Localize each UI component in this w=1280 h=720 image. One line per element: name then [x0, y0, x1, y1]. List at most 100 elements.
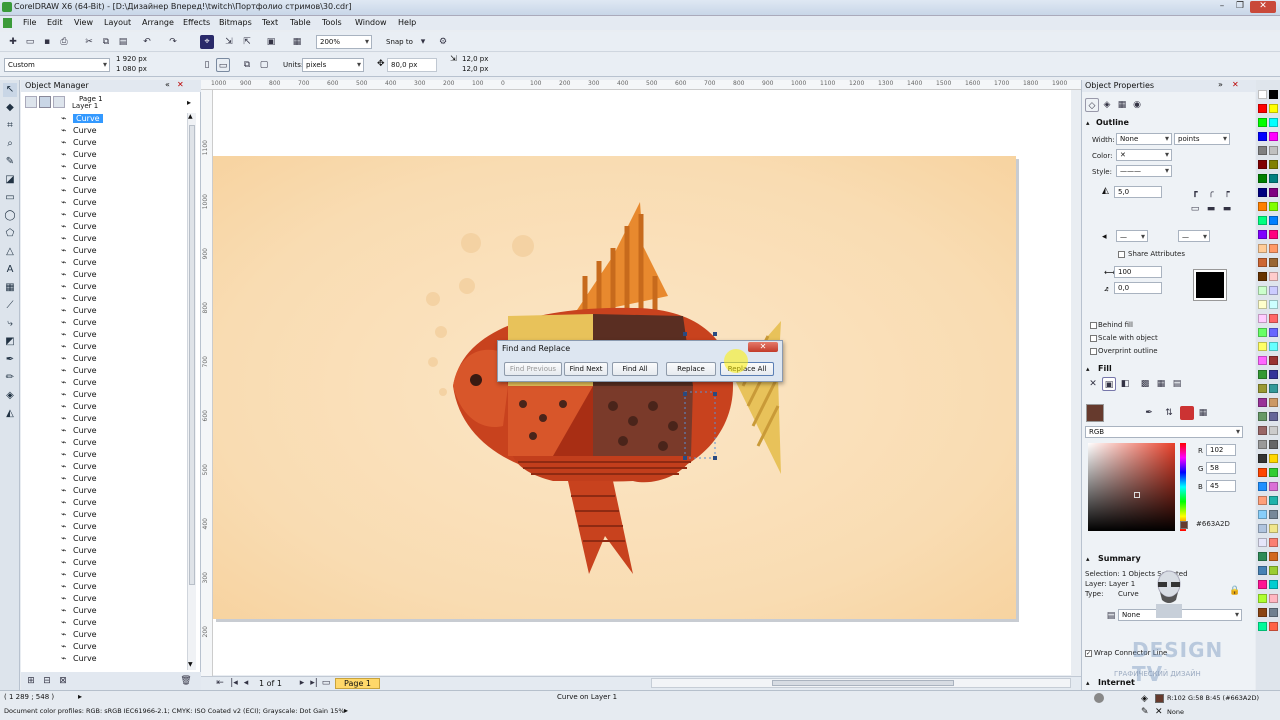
palette-swatch[interactable] — [1269, 580, 1278, 589]
palette-swatch[interactable] — [1258, 426, 1267, 435]
texture-fill-icon[interactable]: ▦ — [1154, 377, 1168, 391]
palette-swatch[interactable] — [1269, 566, 1278, 575]
tree-item-curve[interactable]: ⌁ Curve — [61, 305, 97, 317]
wrap-connector-checkbox[interactable]: ✓ — [1085, 650, 1092, 657]
palette-swatch[interactable] — [1269, 230, 1278, 239]
tree-item-curve[interactable]: ⌁ Curve — [61, 581, 97, 593]
tree-item-curve[interactable]: ⌁ Curve — [61, 173, 97, 185]
zoom-select[interactable]: 200% — [316, 35, 372, 49]
tree-item-curve[interactable]: ⌁ Curve — [61, 341, 97, 353]
open-icon[interactable]: ▭ — [23, 35, 37, 49]
palette-swatch[interactable] — [1258, 230, 1267, 239]
palette-swatch[interactable] — [1269, 426, 1278, 435]
show-properties-icon[interactable] — [25, 96, 37, 108]
snap-dropdown-icon[interactable]: ▾ — [416, 35, 430, 49]
palette-swatch[interactable] — [1258, 454, 1267, 463]
palette-swatch[interactable] — [1269, 482, 1278, 491]
palette-swatch[interactable] — [1258, 118, 1267, 127]
palette-swatch[interactable] — [1258, 286, 1267, 295]
menu-table[interactable]: Table — [285, 17, 316, 28]
eyedropper-tool-icon[interactable]: ✒ — [3, 353, 17, 367]
outline-units-select[interactable]: points — [1174, 133, 1230, 145]
palette-swatch[interactable] — [1258, 314, 1267, 323]
page-tab[interactable]: Page 1 — [335, 678, 380, 689]
color-picker-handle[interactable] — [1134, 492, 1140, 498]
prev-page-button[interactable]: ◂ — [239, 677, 253, 689]
palette-swatch[interactable] — [1258, 174, 1267, 183]
palette-icon[interactable]: ▦ — [1196, 406, 1210, 420]
tree-item-curve[interactable]: ⌁ Curve — [61, 545, 97, 557]
save-icon[interactable]: ▪ — [40, 35, 54, 49]
cap-square-icon[interactable]: ▬ — [1220, 202, 1234, 216]
g-field[interactable]: 58 — [1206, 462, 1236, 474]
tree-item-curve[interactable]: ⌁ Curve — [61, 533, 97, 545]
dialog-close-button[interactable]: ✕ — [748, 342, 778, 352]
freehand-tool-icon[interactable]: ✎ — [3, 155, 17, 169]
eyedropper-icon[interactable]: ✒ — [1142, 406, 1156, 420]
print-icon[interactable]: ⎙ — [57, 35, 71, 49]
miter-field[interactable]: 5,0 — [1114, 186, 1162, 198]
tree-item-curve[interactable]: ⌁ Curve — [61, 353, 97, 365]
horizontal-scroll-thumb[interactable] — [772, 680, 954, 686]
fountain-fill-icon[interactable]: ◧ — [1118, 377, 1132, 391]
table-tool-icon[interactable]: ▦ — [3, 281, 17, 295]
fill-tool-icon[interactable]: ◈ — [3, 389, 17, 403]
outline-tab-icon[interactable]: ◇ — [1085, 98, 1099, 112]
palette-swatch[interactable] — [1269, 496, 1278, 505]
internet-collapse-icon[interactable]: ▴ — [1086, 679, 1090, 687]
ellipse-tool-icon[interactable]: ◯ — [3, 209, 17, 223]
hex-value[interactable]: #663A2D — [1196, 520, 1230, 528]
palette-swatch[interactable] — [1269, 90, 1278, 99]
outline-pen-icon[interactable]: ✏ — [3, 371, 17, 385]
tree-item-curve[interactable]: ⌁ Curve — [61, 509, 97, 521]
palette-swatch[interactable] — [1269, 258, 1278, 267]
layer-label[interactable]: Layer 1 — [72, 102, 98, 110]
palette-swatch[interactable] — [1258, 104, 1267, 113]
tree-item-curve[interactable]: ⌁ Curve — [61, 413, 97, 425]
new-icon[interactable]: ✚ — [6, 35, 20, 49]
palette-swatch[interactable] — [1269, 272, 1278, 281]
outline-style-select[interactable]: ——— — [1116, 165, 1172, 177]
find-next-button[interactable]: Find Next — [564, 362, 608, 376]
rectangle-tool-icon[interactable]: ▭ — [3, 191, 17, 205]
tree-item-curve[interactable]: ⌁ Curve — [61, 185, 97, 197]
crop-tool-icon[interactable]: ⌗ — [3, 119, 17, 133]
no-fill-icon[interactable]: ✕ — [1086, 377, 1100, 391]
palette-swatch[interactable] — [1258, 216, 1267, 225]
expand-arrow-icon[interactable]: ▸ — [187, 98, 191, 107]
palette-swatch[interactable] — [1269, 328, 1278, 337]
units-select[interactable]: pixels — [302, 58, 364, 72]
color-model-select[interactable]: RGB — [1085, 426, 1243, 438]
palette-swatch[interactable] — [1258, 188, 1267, 197]
palette-swatch[interactable] — [1258, 440, 1267, 449]
palette-swatch[interactable] — [1258, 496, 1267, 505]
tree-item-curve[interactable]: ⌁ Curve — [61, 449, 97, 461]
current-page-icon[interactable]: ▢ — [257, 58, 271, 72]
tree-item-curve[interactable]: ⌁ Curve — [61, 377, 97, 389]
cut-icon[interactable]: ✂ — [82, 35, 96, 49]
paste-icon[interactable]: ▤ — [116, 35, 130, 49]
palette-swatch[interactable] — [1269, 132, 1278, 141]
tree-item-curve[interactable]: ⌁ Curve — [61, 365, 97, 377]
tree-item-curve[interactable]: ⌁ Curve — [61, 197, 97, 209]
tree-item-curve[interactable]: ⌁ Curve — [61, 641, 97, 653]
color-viewer-icon[interactable] — [1180, 406, 1194, 420]
find-all-button[interactable]: Find All — [612, 362, 658, 376]
menu-bitmaps[interactable]: Bitmaps — [214, 17, 257, 28]
vertical-ruler[interactable]: 11001000900800700600500400300200100 — [201, 90, 213, 691]
tree-item-curve[interactable]: ⌁ Curve — [61, 125, 97, 137]
palette-swatch[interactable] — [1258, 90, 1267, 99]
palette-swatch[interactable] — [1258, 300, 1267, 309]
palette-swatch[interactable] — [1269, 146, 1278, 155]
fish-illustration[interactable] — [213, 156, 1016, 619]
tree-item-curve[interactable]: ⌁ Curve — [61, 629, 97, 641]
app-menu-icon[interactable] — [3, 18, 12, 28]
tree-item-curve[interactable]: ⌁ Curve — [61, 593, 97, 605]
end-arrow-select[interactable]: — — [1178, 230, 1210, 243]
close-button[interactable]: ✕ — [1250, 1, 1276, 13]
replace-button[interactable]: Replace — [666, 362, 716, 376]
menu-file[interactable]: File — [18, 17, 41, 28]
tree-item-curve[interactable]: ⌁ Curve — [61, 401, 97, 413]
palette-swatch[interactable] — [1269, 538, 1278, 547]
tree-item-curve[interactable]: ⌁ Curve — [61, 521, 97, 533]
